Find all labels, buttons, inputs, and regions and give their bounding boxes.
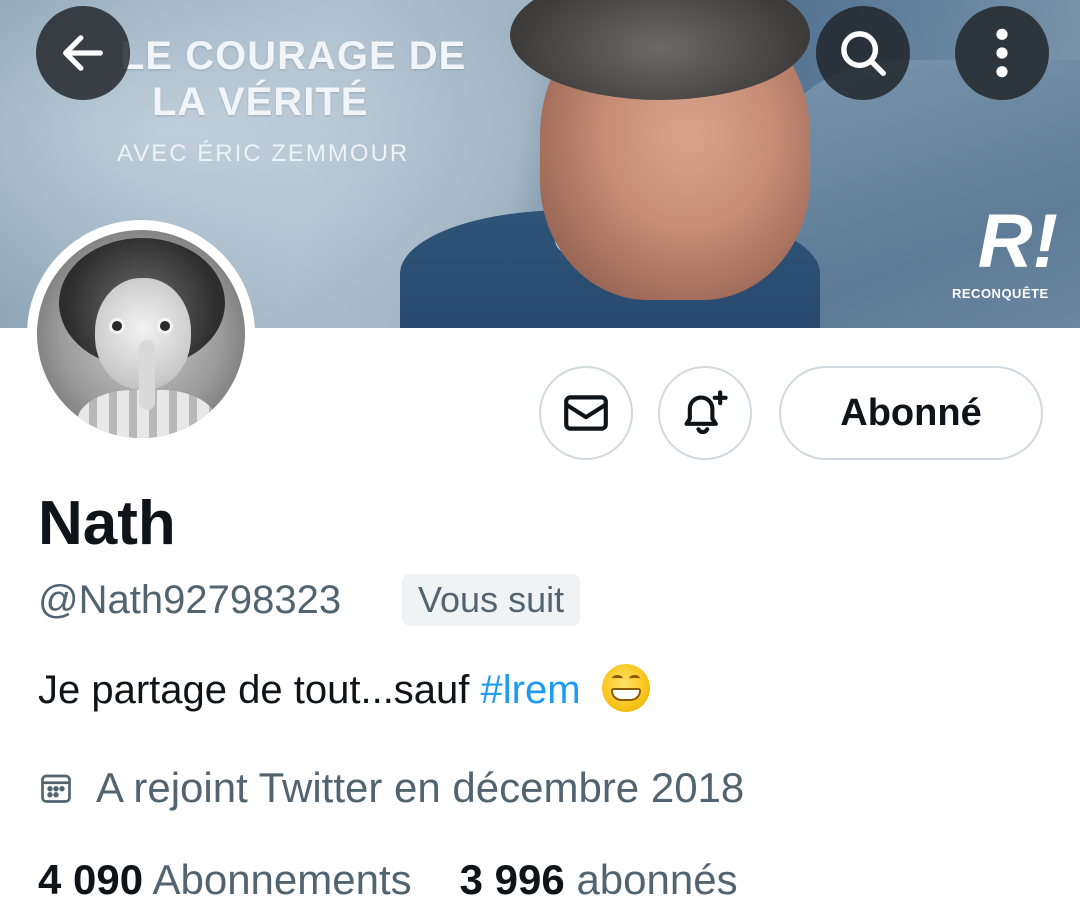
profile-name: Nath	[38, 489, 176, 558]
reconquete-logo-text: RECONQUÊTE	[952, 286, 1049, 301]
bio-text: Je partage de tout...sauf	[38, 668, 481, 712]
notifications-button[interactable]	[658, 366, 752, 460]
more-vertical-icon	[996, 28, 1008, 78]
banner-subtitle: AVEC ÉRIC ZEMMOUR	[117, 140, 410, 167]
joined-text: A rejoint Twitter en décembre 2018	[96, 764, 745, 811]
bell-plus-icon	[684, 390, 728, 435]
avatar-eye-right	[157, 318, 173, 334]
search-icon	[841, 31, 886, 76]
profile-handle: @Nath92798323	[38, 578, 342, 622]
banner-title-line2: LA VÉRITÉ	[152, 80, 369, 124]
avatar-image	[37, 230, 245, 438]
banner-title-line1: LE COURAGE DE	[120, 34, 467, 78]
envelope-icon	[564, 395, 608, 431]
follow-stats: 4 090 Abonnements 3 996 abonnés	[38, 856, 738, 904]
arrow-left-icon	[63, 35, 103, 71]
following-link[interactable]: 4 090 Abonnements	[38, 856, 412, 903]
avatar-eye-left	[109, 318, 125, 334]
followers-count: 3 996	[459, 856, 565, 903]
bio-hashtag-link[interactable]: #lrem	[481, 668, 581, 712]
follows-you-badge: Vous suit	[402, 574, 581, 626]
calendar-icon	[41, 774, 71, 803]
following-label: Abonnements	[152, 856, 412, 903]
profile-avatar[interactable]	[27, 220, 255, 448]
joined-date: A rejoint Twitter en décembre 2018	[38, 764, 744, 812]
search-button[interactable]	[816, 6, 910, 100]
followers-label: abonnés	[576, 856, 738, 903]
profile-bio: Je partage de tout...sauf #lrem	[38, 664, 650, 716]
grinning-face-emoji-icon	[601, 664, 650, 713]
back-button[interactable]	[36, 6, 130, 100]
followers-link[interactable]: 3 996 abonnés	[460, 856, 738, 903]
avatar-finger	[139, 340, 155, 410]
message-button[interactable]	[539, 366, 633, 460]
more-options-button[interactable]	[955, 6, 1049, 100]
following-count: 4 090	[38, 856, 144, 903]
following-button[interactable]: Abonné	[779, 366, 1043, 460]
reconquete-logo-mark: R!	[977, 199, 1058, 284]
